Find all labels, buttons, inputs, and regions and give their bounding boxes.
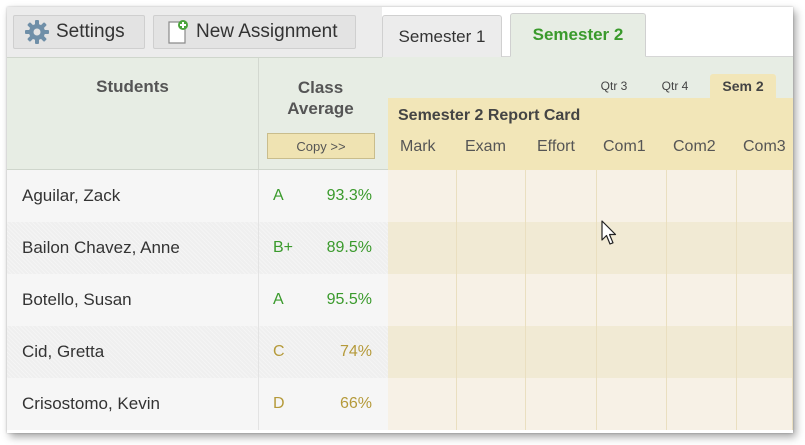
report-card-cell[interactable] [388,222,457,274]
column-header-mark[interactable]: Mark [400,138,436,156]
percent-grade: 66% [339,395,372,412]
report-card-cell[interactable] [388,274,457,326]
copy-button[interactable]: Copy >> [267,133,375,159]
students-header: Students Class Average Copy >> [7,57,382,170]
toolbar: Settings New Assignment [7,7,382,57]
semester-tabs: Semester 1 Semester 2 [382,7,793,57]
report-card-cells [388,222,793,274]
report-card-cells [388,170,793,222]
class-average-column-header: Class Average Copy >> [259,58,382,169]
new-assignment-button[interactable]: New Assignment [153,15,356,49]
settings-button[interactable]: Settings [13,15,145,49]
report-card-cell[interactable] [457,170,526,222]
report-card-cell[interactable] [597,170,667,222]
report-card-cell[interactable] [667,222,737,274]
report-card-cell[interactable] [667,170,737,222]
report-card-cell[interactable] [388,170,457,222]
report-card-title: Semester 2 Report Card [398,107,581,124]
tab-semester-2[interactable]: Semester 2 [510,13,646,57]
report-card-cell[interactable] [526,326,597,378]
report-card-cell[interactable] [457,222,526,274]
table-row: Botello, Susan A 95.5% [7,274,793,326]
report-card-cell[interactable] [526,222,597,274]
table-row: Aguilar, Zack A 93.3% [7,170,793,222]
student-name[interactable]: Crisostomo, Kevin [7,378,259,430]
report-card-cell[interactable] [597,326,667,378]
percent-grade: 74% [339,343,372,360]
report-card-cells [388,326,793,378]
report-card-header: Qtr 3 Qtr 4 Sem 2 Semester 2 Report Card… [382,57,793,170]
table-row: Crisostomo, Kevin D 66% [7,378,793,430]
mouse-pointer-icon [601,220,617,245]
column-header-com1[interactable]: Com1 [603,138,646,156]
new-assignment-label: New Assignment [196,21,338,42]
report-card-cell[interactable] [526,378,597,430]
settings-label: Settings [56,21,125,42]
percent-grade: 95.5% [326,291,372,308]
tab-sem-2[interactable]: Sem 2 [710,74,776,98]
report-card-cell[interactable] [388,378,457,430]
column-header-com2[interactable]: Com2 [673,138,716,156]
letter-grade: C [273,343,285,360]
table-row: Cid, Gretta C 74% [7,326,793,378]
tab-qtr-4-label: Qtr 4 [661,79,689,93]
tab-semester-1-label: Semester 1 [398,26,486,46]
report-card-cell[interactable] [457,326,526,378]
tab-sem-2-label: Sem 2 [722,78,764,94]
table-row: Bailon Chavez, Anne B+ 89.5% [7,222,793,274]
copy-button-label: Copy >> [296,138,346,154]
letter-grade: A [273,187,284,204]
tab-qtr-3-label: Qtr 3 [600,79,628,93]
letter-grade: B+ [273,239,294,256]
column-header-exam[interactable]: Exam [465,138,506,156]
report-card-cells [388,274,793,326]
report-card-cell[interactable] [526,170,597,222]
tab-semester-1[interactable]: Semester 1 [382,15,502,57]
report-card-cell[interactable] [597,274,667,326]
students-header-label: Students [96,77,169,96]
report-card-cell[interactable] [737,378,793,430]
report-card-cell[interactable] [526,274,597,326]
percent-grade: 89.5% [326,239,372,256]
report-card-cell[interactable] [388,326,457,378]
letter-grade: A [273,291,284,308]
report-card-band: Semester 2 Report Card Mark Exam Effort … [388,98,793,170]
tab-qtr-4[interactable]: Qtr 4 [653,74,697,98]
student-name[interactable]: Botello, Susan [7,274,259,326]
column-header-effort[interactable]: Effort [537,138,575,156]
report-card-cells [388,378,793,430]
report-card-cell[interactable] [737,274,793,326]
report-card-cell[interactable] [597,378,667,430]
report-card-cell[interactable] [457,378,526,430]
class-average-label-line1: Class [297,78,344,97]
tab-semester-2-label: Semester 2 [532,25,624,44]
percent-grade: 93.3% [326,187,372,204]
student-name[interactable]: Bailon Chavez, Anne [7,222,259,274]
class-average-label-line2: Average [287,99,354,118]
report-card-cell[interactable] [667,378,737,430]
gradebook-window: Settings New Assignment Semester 1 Semes… [7,7,793,433]
students-column-header[interactable]: Students [7,58,259,169]
tab-qtr-3[interactable]: Qtr 3 [594,74,634,98]
report-card-cell[interactable] [457,274,526,326]
column-header-com3[interactable]: Com3 [743,138,786,156]
report-card-cell[interactable] [737,222,793,274]
report-card-cell[interactable] [667,274,737,326]
report-card-cell[interactable] [667,326,737,378]
student-name[interactable]: Cid, Gretta [7,326,259,378]
report-card-cell[interactable] [737,326,793,378]
new-document-icon [164,19,190,45]
report-card-cell[interactable] [737,170,793,222]
student-name[interactable]: Aguilar, Zack [7,170,259,222]
letter-grade: D [273,395,285,412]
gear-icon [24,19,50,45]
